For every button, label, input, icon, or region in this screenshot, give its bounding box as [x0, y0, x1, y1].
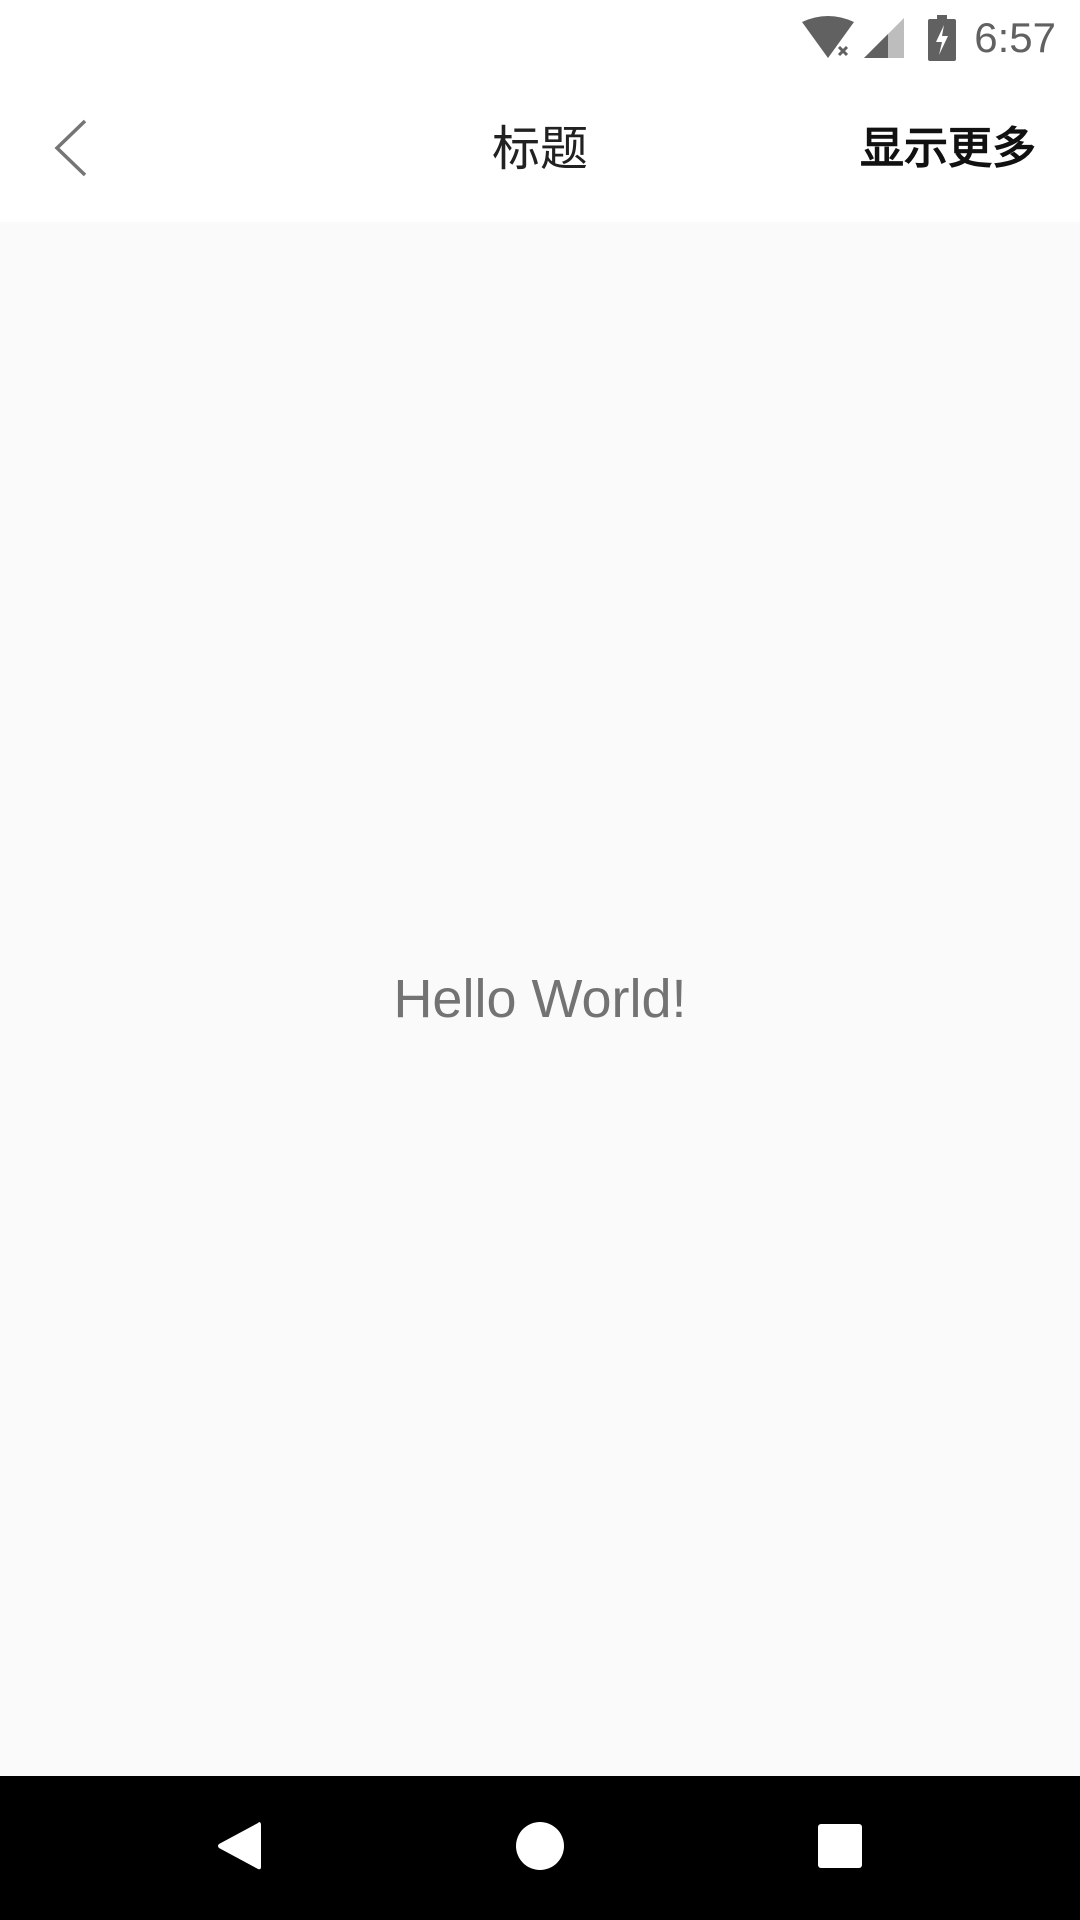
status-time: 6:57 [974, 14, 1056, 61]
wifi-no-internet-icon [800, 16, 856, 60]
main-content: Hello World! [0, 222, 1080, 1776]
battery-charging-icon [928, 15, 957, 61]
nav-back-button[interactable] [190, 1798, 290, 1898]
show-more-button[interactable]: 显示更多 [860, 111, 1036, 187]
nav-recents-button[interactable] [790, 1798, 890, 1898]
nav-home-icon [514, 1820, 566, 1876]
hello-message: Hello World! [393, 969, 687, 1029]
status-icons: 6:57 [800, 12, 1056, 64]
chevron-left-icon [51, 117, 91, 183]
cell-signal-icon [862, 16, 906, 60]
back-button[interactable] [26, 105, 116, 195]
app-screen: 6:57 标题 显示更多 Hello World! [0, 0, 1080, 1920]
nav-home-button[interactable] [490, 1798, 590, 1898]
nav-back-icon [215, 1820, 265, 1876]
status-bar: 6:57 [0, 0, 1080, 75]
toolbar: 标题 显示更多 [0, 75, 1080, 222]
navigation-bar [0, 1776, 1080, 1920]
nav-recents-icon [817, 1823, 863, 1873]
